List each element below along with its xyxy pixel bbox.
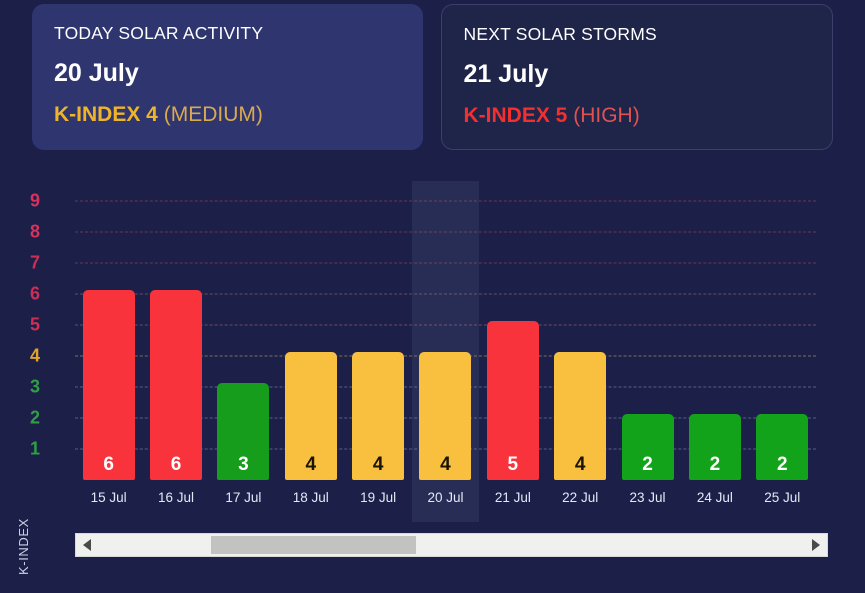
scrollbar-track[interactable] xyxy=(98,534,805,556)
bar-value-label: 2 xyxy=(776,454,788,475)
y-axis-tick-label: 7 xyxy=(30,252,41,273)
y-axis-tick-label: 8 xyxy=(30,221,41,242)
card-kindex: K-INDEX 5 (HIGH) xyxy=(464,103,811,129)
bar-slot[interactable]: 4 xyxy=(344,190,411,480)
bar-slot[interactable]: 4 xyxy=(412,190,479,480)
card-kindex-value: K-INDEX 4 xyxy=(54,103,158,126)
card-kindex-value: K-INDEX 5 xyxy=(463,104,568,127)
scrollbar-thumb[interactable] xyxy=(211,536,417,554)
bar-slot[interactable]: 2 xyxy=(749,190,816,480)
bar-value-label: 3 xyxy=(238,454,249,475)
bar-value-label: 2 xyxy=(642,454,653,475)
card-kindex: K-INDEX 4 (MEDIUM) xyxy=(54,102,401,128)
x-axis-tick-label: 18 Jul xyxy=(292,490,329,505)
y-axis-tick-label: 6 xyxy=(30,283,41,304)
summary-cards: TODAY SOLAR ACTIVITY 20 July K-INDEX 4 (… xyxy=(32,4,833,150)
x-axis-tick-label: 16 Jul xyxy=(158,490,195,505)
card-kindex-level: (MEDIUM) xyxy=(163,103,263,126)
chevron-right-icon xyxy=(812,539,820,551)
y-axis-tick-label: 4 xyxy=(30,345,41,366)
y-axis-tick-label: 3 xyxy=(30,376,41,397)
plot-area: 9 8 7 6 5 4 3 2 1 6 6 3 4 4 4 5 4 2 2 2 15 Jul 16 Jul 17 Jul… xyxy=(28,181,838,528)
bar-slot[interactable]: 3 xyxy=(210,190,277,480)
x-axis-tick-label: 25 Jul xyxy=(764,490,801,505)
x-axis-tick-label: 19 Jul xyxy=(360,490,397,505)
bar-slot[interactable]: 6 xyxy=(142,190,209,480)
card-date: 20 July xyxy=(54,59,139,87)
chevron-left-icon xyxy=(83,539,91,551)
x-axis-tick-label: 20 Jul xyxy=(427,490,464,505)
x-axis-tick-label: 24 Jul xyxy=(696,490,733,505)
card-title: NEXT SOLAR STORMS xyxy=(463,24,657,44)
x-axis-tick-label: 22 Jul xyxy=(562,490,599,505)
card-title: TODAY SOLAR ACTIVITY xyxy=(54,23,264,43)
x-axis-ticks: 15 Jul 16 Jul 17 Jul 18 Jul 19 Jul 20 Jul 21 J… xyxy=(75,486,816,510)
bar-slot[interactable]: 4 xyxy=(547,190,614,480)
bar[interactable]: 6 xyxy=(150,289,203,480)
bar-value-label: 2 xyxy=(709,454,721,475)
bar-value-label: 6 xyxy=(103,454,114,475)
bar-value-label: 5 xyxy=(507,454,519,475)
x-axis-tick-label: 23 Jul xyxy=(629,490,666,505)
bar[interactable]: 2 xyxy=(756,413,809,480)
y-axis-tick-label: 2 xyxy=(30,407,41,428)
bar-value-label: 4 xyxy=(574,454,586,475)
bar[interactable]: 4 xyxy=(284,351,337,480)
bar[interactable]: 4 xyxy=(554,351,607,480)
bar[interactable]: 4 xyxy=(352,351,405,480)
x-axis-tick-label: 17 Jul xyxy=(225,490,262,505)
next-solar-storms-card[interactable]: NEXT SOLAR STORMS 21 July K-INDEX 5 (HIG… xyxy=(440,4,833,150)
bar-value-label: 4 xyxy=(440,454,451,475)
bar-slot[interactable]: 5 xyxy=(479,190,546,480)
y-axis-tick-label: 9 xyxy=(30,190,41,211)
y-axis-tick-label: 1 xyxy=(30,438,41,459)
bar-value-label: 4 xyxy=(372,454,384,475)
bar-slot[interactable]: 6 xyxy=(75,190,142,480)
y-axis-ticks: 9 8 7 6 5 4 3 2 1 xyxy=(28,190,56,480)
today-solar-activity-card[interactable]: TODAY SOLAR ACTIVITY 20 July K-INDEX 4 (… xyxy=(32,4,423,150)
scroll-right-button[interactable] xyxy=(805,534,827,556)
bar[interactable]: 2 xyxy=(621,413,674,480)
bar-value-label: 4 xyxy=(305,454,317,475)
bar[interactable]: 5 xyxy=(486,320,539,480)
bar[interactable]: 2 xyxy=(688,413,741,480)
bar[interactable]: 6 xyxy=(82,289,135,480)
y-axis-tick-label: 5 xyxy=(30,314,41,335)
bar-slot[interactable]: 2 xyxy=(681,190,748,480)
bar-slot[interactable]: 2 xyxy=(614,190,681,480)
card-kindex-level: (HIGH) xyxy=(573,104,640,127)
k-index-chart: K-INDEX 987654321 66344454222 15 Jul 16 J… xyxy=(0,150,865,593)
bar[interactable]: 3 xyxy=(217,382,270,480)
bar[interactable]: 4 xyxy=(419,351,472,480)
horizontal-scrollbar[interactable] xyxy=(75,533,828,557)
bar-slot[interactable]: 4 xyxy=(277,190,344,480)
scroll-left-button[interactable] xyxy=(76,534,98,556)
bar-value-label: 6 xyxy=(170,454,182,475)
x-axis-tick-label: 21 Jul xyxy=(494,490,531,505)
x-axis-tick-label: 15 Jul xyxy=(90,490,127,505)
bar-series: 6 6 3 4 4 4 5 4 2 2 2 xyxy=(75,190,816,480)
card-date: 21 July xyxy=(463,60,549,88)
